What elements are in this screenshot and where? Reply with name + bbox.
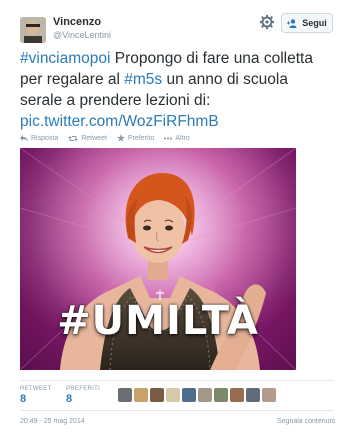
divider	[20, 410, 334, 411]
favoriter-avatar[interactable]	[214, 388, 228, 402]
retweet-stat[interactable]: RETWEET 8	[20, 386, 51, 405]
retweet-label: Retweet	[81, 134, 107, 142]
retweet-action[interactable]: Retweet	[68, 135, 107, 142]
more-label: Altro	[175, 134, 190, 142]
reply-icon	[20, 134, 28, 142]
hashtag-link[interactable]: #m5s	[124, 71, 162, 88]
report-link[interactable]: Segnala contenuto	[277, 418, 335, 425]
tweet-actions: Risposta Retweet Preferito Altro	[20, 134, 190, 142]
retweet-icon	[68, 135, 79, 141]
star-icon	[116, 134, 125, 142]
favorite-action[interactable]: Preferito	[116, 134, 155, 142]
reply-label: Risposta	[31, 134, 59, 142]
media-link[interactable]: pic.twitter.com/WozFiRFhmB	[20, 113, 219, 130]
gear-icon[interactable]	[260, 15, 274, 29]
favoriter-avatar[interactable]	[150, 388, 164, 402]
favoriter-avatar[interactable]	[230, 388, 244, 402]
favoriter-avatar[interactable]	[118, 388, 132, 402]
favorite-label: Preferito	[127, 134, 155, 142]
avatar-image	[20, 17, 46, 43]
favorites-stat-label: PREFERITI	[66, 386, 101, 392]
follow-button[interactable]: Segui	[281, 13, 333, 33]
favoriter-avatar[interactable]	[198, 388, 212, 402]
favorites-stat[interactable]: PREFERITI 8	[66, 386, 100, 405]
favoriter-avatar[interactable]	[246, 388, 260, 402]
favorites-count: 8	[66, 393, 73, 405]
favoriter-avatar[interactable]	[262, 388, 276, 402]
media-overlay-text: #UMILTÀ	[57, 298, 259, 344]
reply-action[interactable]: Risposta	[20, 134, 59, 142]
user-name[interactable]: Vincenzo	[53, 16, 101, 28]
tweet-media[interactable]: #UMILTÀ	[20, 148, 296, 370]
user-handle[interactable]: @VinceLentini	[53, 30, 111, 40]
more-action[interactable]: Altro	[164, 134, 190, 142]
hashtag-link[interactable]: #vinciamopoi	[20, 50, 110, 67]
favoriter-avatar[interactable]	[134, 388, 148, 402]
add-user-icon	[287, 18, 297, 28]
retweet-count: 8	[20, 393, 27, 405]
retweet-stat-label: RETWEET	[20, 386, 52, 392]
divider	[20, 380, 334, 381]
favoriter-avatars	[118, 388, 276, 402]
avatar[interactable]	[20, 17, 46, 43]
timestamp[interactable]: 20:49 - 25 mag 2014	[20, 418, 85, 425]
follow-button-label: Segui	[302, 18, 327, 28]
tweet-text: #vinciamopoi Propongo di fare una collet…	[20, 48, 330, 132]
favoriter-avatar[interactable]	[182, 388, 196, 402]
favoriter-avatar[interactable]	[166, 388, 180, 402]
more-icon	[164, 137, 173, 139]
